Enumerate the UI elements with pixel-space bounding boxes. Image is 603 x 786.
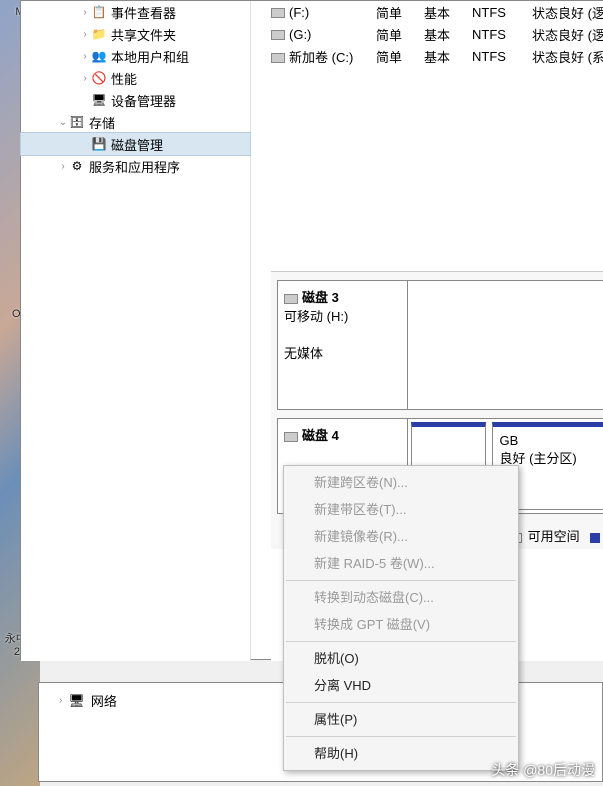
volume-row[interactable]: (G:) 简单 基本 NTFS 状态良好 (逻: [271, 23, 603, 45]
menu-item-6: 转换成 GPT 磁盘(V): [284, 611, 518, 638]
storage-icon: 🗄: [69, 114, 85, 130]
disk-sub: 可移动 (H:): [284, 306, 401, 325]
expander-icon[interactable]: ⌄: [57, 117, 69, 128]
drive-icon: [271, 8, 285, 18]
tree-item-shared-folders[interactable]: › 📁 共享文件夹: [21, 23, 250, 45]
tree-item-local-users[interactable]: › 👥 本地用户和组: [21, 45, 250, 67]
volume-drive: (F:): [289, 5, 309, 20]
volume-layout: 简单: [376, 25, 424, 44]
disk-icon: [284, 294, 298, 304]
volume-type: 基本: [424, 3, 472, 22]
volume-layout: 简单: [376, 47, 424, 66]
disk-row-3[interactable]: 磁盘 3 可移动 (H:) 无媒体: [277, 280, 603, 410]
menu-item-0: 新建跨区卷(N)...: [284, 469, 518, 496]
disk-title: 磁盘 4: [302, 428, 339, 443]
disk-title: 磁盘 3: [302, 290, 339, 305]
folder-icon: 📁: [91, 26, 107, 42]
disk-mgmt-icon: 💾: [91, 136, 107, 152]
menu-item-3: 新建 RAID-5 卷(W)...: [284, 550, 518, 577]
menu-separator: [286, 702, 516, 703]
performance-icon: 🚫: [91, 70, 107, 86]
volume-type: 基本: [424, 47, 472, 66]
menu-item-13[interactable]: 帮助(H): [284, 740, 518, 767]
volume-status: 状态良好 (系: [532, 47, 603, 66]
menu-item-1: 新建带区卷(T)...: [284, 496, 518, 523]
legend-free: 可用空间: [528, 529, 580, 544]
expander-icon[interactable]: ›: [79, 51, 91, 62]
volume-drive: (G:): [289, 27, 311, 42]
volume-status: 状态良好 (逻: [532, 3, 603, 22]
disk-parts: [408, 281, 603, 409]
context-menu: 新建跨区卷(N)...新建带区卷(T)...新建镜像卷(R)...新建 RAID…: [283, 465, 519, 771]
volume-row[interactable]: (F:) 简单 基本 NTFS 状态良好 (逻: [271, 1, 603, 23]
watermark: 头条 @80后动漫: [491, 760, 595, 780]
volume-fs: NTFS: [472, 27, 532, 42]
network-icon: 🖥: [68, 693, 85, 709]
disk-status: 无媒体: [284, 343, 401, 362]
expander-icon[interactable]: ›: [79, 29, 91, 40]
tree-item-device-manager[interactable]: 🖥 设备管理器: [21, 89, 250, 111]
disk-info: 磁盘 3 可移动 (H:) 无媒体: [278, 281, 408, 409]
tree-item-disk-management[interactable]: 💾 磁盘管理: [21, 133, 250, 155]
volume-fs: NTFS: [472, 49, 532, 64]
expander-icon[interactable]: ›: [59, 695, 62, 706]
tree-item-performance[interactable]: › 🚫 性能: [21, 67, 250, 89]
menu-item-11[interactable]: 属性(P): [284, 706, 518, 733]
tree-label: 性能: [111, 69, 137, 88]
network-label: 网络: [91, 691, 117, 710]
volume-drive: 新加卷 (C:): [289, 50, 353, 65]
menu-separator: [286, 580, 516, 581]
tree-label: 设备管理器: [111, 91, 176, 110]
menu-item-8[interactable]: 脱机(O): [284, 645, 518, 672]
tree-item-storage[interactable]: ⌄ 🗄 存储: [21, 111, 250, 133]
device-manager-icon: 🖥: [91, 92, 107, 108]
menu-separator: [286, 641, 516, 642]
drive-icon: [271, 30, 285, 40]
expander-icon[interactable]: ›: [79, 7, 91, 18]
users-icon: 👥: [91, 48, 107, 64]
tree-label: 事件查看器: [111, 3, 176, 22]
tree-item-event-viewer[interactable]: › 📋 事件查看器: [21, 1, 250, 23]
tree-pane: › 📋 事件查看器 › 📁 共享文件夹 › 👥 本地用户和组 › 🚫 性能 🖥 …: [21, 1, 251, 661]
tree-label: 磁盘管理: [111, 135, 163, 154]
menu-item-9[interactable]: 分离 VHD: [284, 672, 518, 699]
tree-item-services[interactable]: › ⚙ 服务和应用程序: [21, 155, 250, 177]
legend-swatch-logical: [590, 533, 600, 543]
tree-label: 本地用户和组: [111, 47, 189, 66]
menu-item-2: 新建镜像卷(R)...: [284, 523, 518, 550]
volume-type: 基本: [424, 25, 472, 44]
volume-fs: NTFS: [472, 5, 532, 20]
volume-row[interactable]: 新加卷 (C:) 简单 基本 NTFS 状态良好 (系: [271, 45, 603, 67]
volume-status: 状态良好 (逻: [532, 25, 603, 44]
event-viewer-icon: 📋: [91, 4, 107, 20]
disk-icon: [284, 432, 298, 442]
expander-icon[interactable]: ›: [79, 73, 91, 84]
volume-layout: 简单: [376, 3, 424, 22]
partition-size: GB: [499, 433, 603, 448]
tree-label: 存储: [89, 113, 115, 132]
tree-label: 共享文件夹: [111, 25, 176, 44]
menu-item-5: 转换到动态磁盘(C)...: [284, 584, 518, 611]
expander-icon[interactable]: ›: [57, 161, 69, 172]
drive-icon: [271, 53, 285, 63]
services-icon: ⚙: [69, 158, 85, 174]
menu-separator: [286, 736, 516, 737]
tree-label: 服务和应用程序: [89, 157, 180, 176]
